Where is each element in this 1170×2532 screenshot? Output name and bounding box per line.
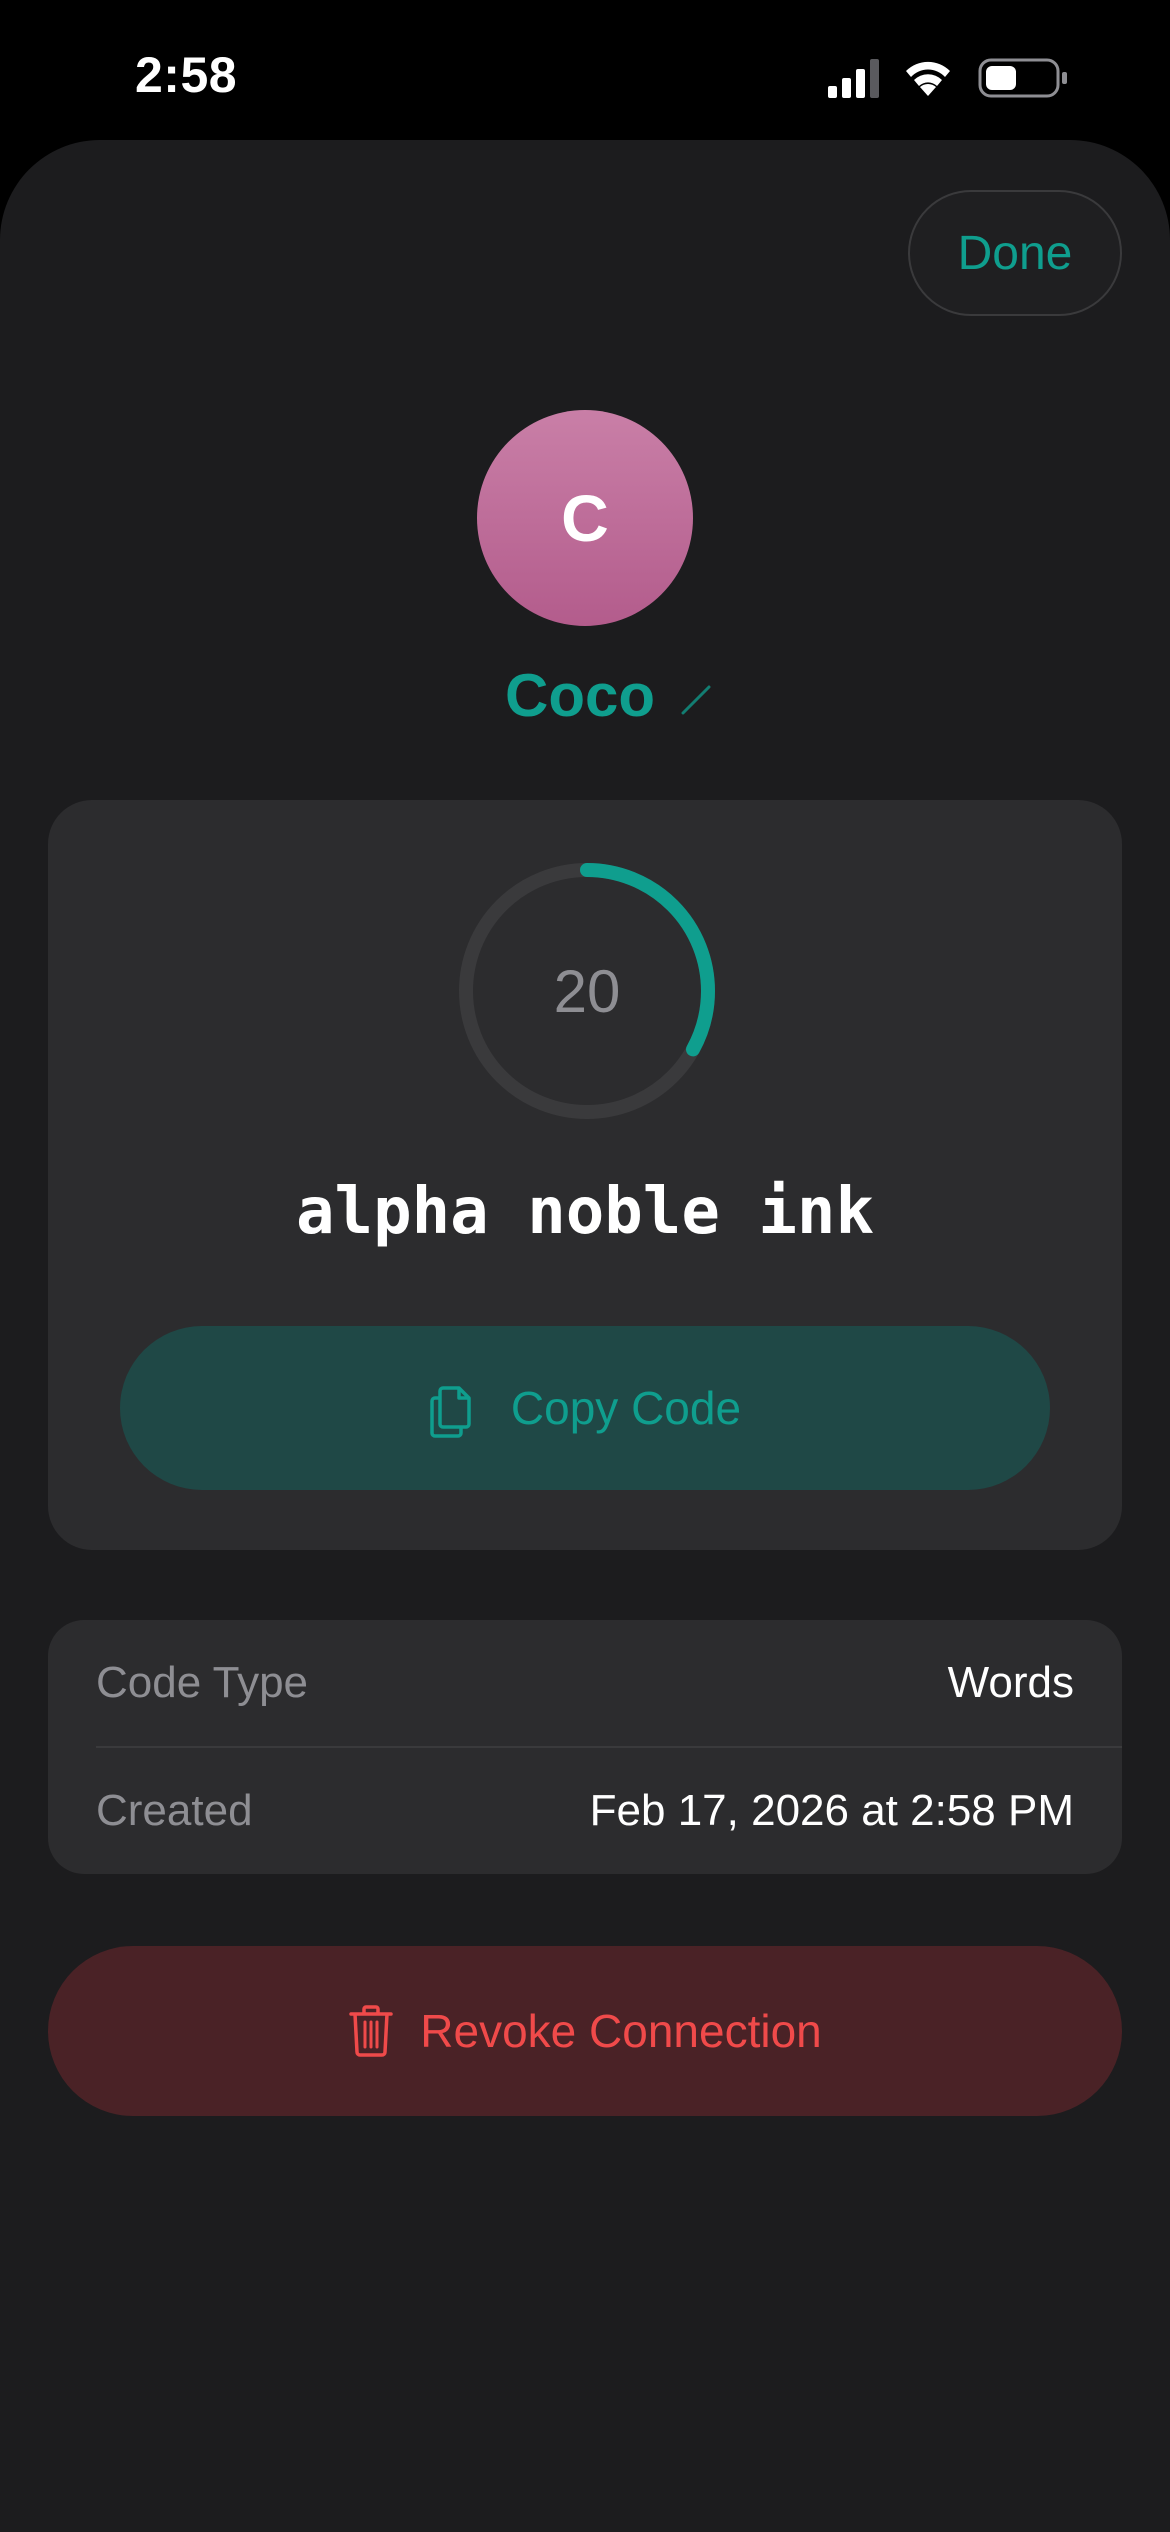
avatar-initial: C [561, 481, 609, 555]
trash-icon [349, 2005, 394, 2057]
contact-name[interactable]: Coco [505, 661, 655, 730]
detail-value: Feb 17, 2026 at 2:58 PM [589, 1786, 1074, 1835]
details-card: Code Type Words Created Feb 17, 2026 at … [48, 1620, 1122, 1874]
wifi-icon [906, 61, 950, 96]
status-time: 2:58 [135, 47, 238, 103]
status-bar: 2:58 [0, 0, 1170, 140]
detail-label: Created [96, 1786, 253, 1835]
countdown-value: 20 [553, 957, 621, 1025]
detail-label: Code Type [96, 1658, 309, 1707]
avatar: C [477, 410, 693, 626]
copy-icon [430, 1386, 471, 1438]
pencil-icon[interactable] [677, 679, 717, 719]
detail-value: Words [947, 1658, 1074, 1707]
revoke-connection-label: Revoke Connection [420, 2005, 822, 2057]
status-icons [828, 58, 1067, 98]
connection-sheet: Done C Coco 20 alpha noble ink Copy Code… [0, 140, 1170, 2532]
revoke-connection-button[interactable]: Revoke Connection [48, 1946, 1122, 2116]
detail-row-created: Created Feb 17, 2026 at 2:58 PM [96, 1748, 1074, 1874]
done-button[interactable]: Done [908, 190, 1122, 316]
connection-code: alpha noble ink [296, 1175, 874, 1249]
detail-row-code-type: Code Type Words [96, 1620, 1074, 1746]
contact-name-row[interactable]: Coco [0, 655, 1170, 735]
copy-code-button[interactable]: Copy Code [120, 1326, 1050, 1490]
battery-icon [978, 58, 1067, 98]
code-card: 20 alpha noble ink Copy Code [48, 800, 1122, 1550]
copy-code-label: Copy Code [510, 1382, 742, 1434]
cellular-signal-icon [828, 59, 879, 98]
